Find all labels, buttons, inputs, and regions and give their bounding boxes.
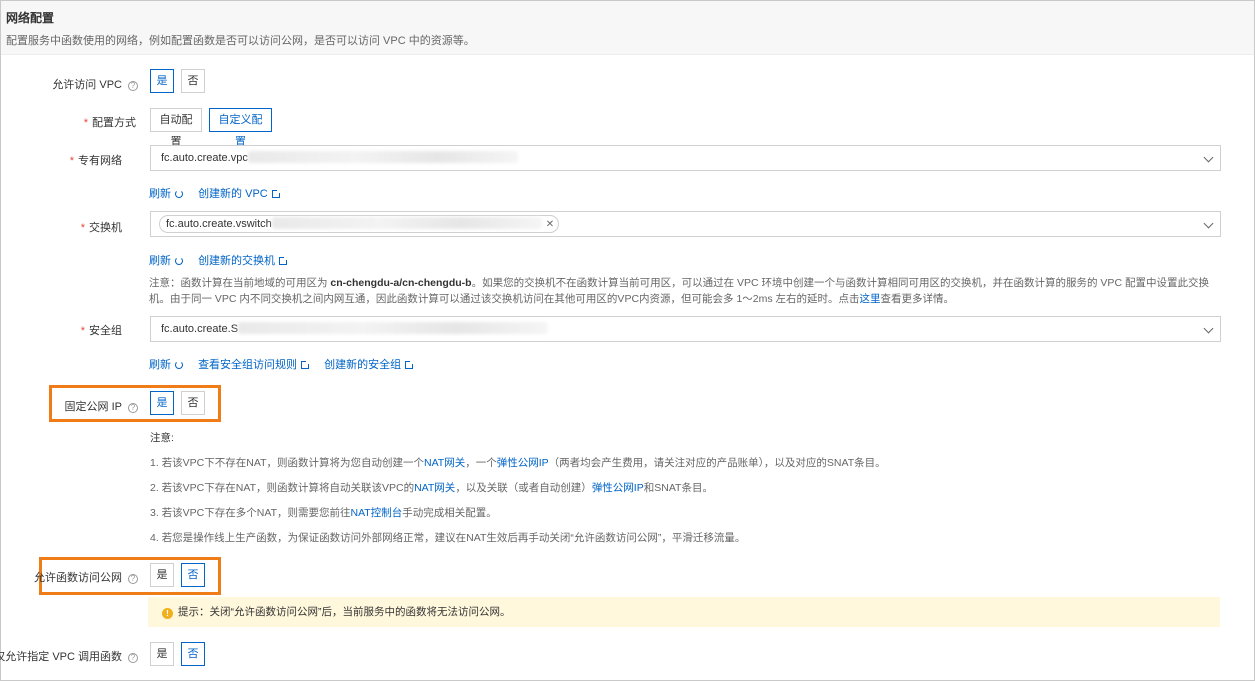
allow-vpc-label: 允许访问 VPC? [52, 76, 138, 92]
nat-note-title: 注意: [150, 432, 174, 444]
question-circle-icon[interactable]: ? [128, 653, 138, 663]
chevron-down-icon [1203, 323, 1214, 334]
details-link[interactable]: 这里 [860, 293, 881, 305]
allow-vpc-yes-button[interactable]: 是 [150, 69, 174, 93]
warning-icon: ! [162, 608, 173, 619]
internet-access-no-button[interactable]: 否 [181, 563, 205, 587]
nat-note-item: 4. 若您是操作线上生产函数，为保证函数访问外部网络正常，建议在NAT生效后再手… [150, 532, 746, 544]
vpc-refresh-link[interactable]: 刷新 [149, 188, 183, 200]
internet-access-yes-button[interactable]: 是 [150, 563, 174, 587]
vpc-only-yes-button[interactable]: 是 [150, 642, 174, 666]
vpc-select[interactable]: fc.auto.create.vpc [150, 145, 1221, 171]
external-link-icon [301, 360, 311, 369]
question-circle-icon[interactable]: ? [128, 81, 138, 91]
internet-access-label: 允许函数访问公网? [34, 569, 138, 585]
section-description: 配置服务中函数使用的网络，例如配置函数是否可以访问公网，是否可以访问 VPC 中… [6, 35, 475, 47]
section-header: 网络配置 配置服务中函数使用的网络，例如配置函数是否可以访问公网，是否可以访问 … [1, 1, 1254, 55]
fixed-ip-no-button[interactable]: 否 [181, 391, 205, 415]
vpc-label: * 专有网络 [69, 155, 122, 167]
auto-config-button[interactable]: 自动配置 [150, 108, 202, 148]
chevron-down-icon [1203, 218, 1214, 229]
security-group-label: * 安全组 [80, 325, 122, 337]
question-circle-icon[interactable]: ? [128, 403, 138, 413]
section-title: 网络配置 [6, 11, 55, 25]
vswitch-label: * 交换机 [80, 222, 122, 234]
vpc-only-no-button[interactable]: 否 [181, 642, 205, 666]
external-link-icon [271, 189, 281, 198]
redacted-text [247, 151, 518, 163]
refresh-icon [175, 190, 183, 198]
create-vpc-link[interactable]: 创建新的 VPC [198, 188, 281, 200]
vswitch-tag: fc.auto.create.vswitch ✕ [159, 215, 560, 233]
eip-link[interactable]: 弹性公网IP [497, 457, 549, 469]
create-security-group-link[interactable]: 创建新的安全组 [324, 359, 415, 371]
fixed-ip-yes-button[interactable]: 是 [150, 391, 174, 415]
nat-note-item: 2. 若该VPC下存在NAT，则函数计算将自动关联该VPC的NAT网关，以及关联… [150, 482, 713, 494]
refresh-icon [175, 257, 183, 265]
config-mode-label: * 配置方式 [83, 117, 136, 129]
vswitch-select[interactable]: fc.auto.create.vswitch ✕ [150, 211, 1221, 237]
vswitch-actions: 刷新 创建新的交换机 [149, 252, 299, 268]
create-vswitch-link[interactable]: 创建新的交换机 [198, 255, 289, 267]
redacted-text [238, 322, 549, 334]
redacted-text [271, 217, 542, 229]
view-rules-link[interactable]: 查看安全组访问规则 [198, 359, 311, 371]
fixed-ip-label: 固定公网 IP? [65, 398, 138, 414]
vpc-only-label: 仅允许指定 VPC 调用函数? [0, 648, 138, 664]
internet-access-tip: ! 提示：关闭“允许函数访问公网”后，当前服务中的函数将无法访问公网。 [148, 597, 1220, 627]
vswitch-zone-note: 注意：函数计算在当前地域的可用区为 cn-chengdu-a/cn-chengd… [149, 277, 1209, 305]
chevron-down-icon [1203, 152, 1214, 163]
security-group-refresh-link[interactable]: 刷新 [149, 359, 183, 371]
security-group-select[interactable]: fc.auto.create.S [150, 316, 1221, 342]
allow-vpc-no-button[interactable]: 否 [181, 69, 205, 93]
nat-note-item: 3. 若该VPC下存在多个NAT，则需要您前往NAT控制台手动完成相关配置。 [150, 507, 497, 519]
required-mark: * [83, 117, 88, 129]
custom-config-button[interactable]: 自定义配置 [209, 108, 272, 148]
nat-console-link[interactable]: NAT控制台 [350, 507, 402, 519]
nat-gateway-link[interactable]: NAT网关 [424, 457, 465, 469]
security-group-actions: 刷新 查看安全组访问规则 创建新的安全组 [149, 356, 425, 372]
required-mark: * [80, 222, 85, 234]
required-mark: * [80, 325, 85, 337]
question-circle-icon[interactable]: ? [128, 574, 138, 584]
eip-link[interactable]: 弹性公网IP [592, 482, 644, 494]
external-link-icon [405, 360, 415, 369]
nat-note-item: 1. 若该VPC下不存在NAT，则函数计算将为您自动创建一个NAT网关，一个弹性… [150, 457, 886, 469]
close-icon[interactable]: ✕ [546, 219, 554, 230]
external-link-icon [279, 256, 289, 265]
required-mark: * [69, 155, 74, 167]
refresh-icon [175, 361, 183, 369]
vswitch-refresh-link[interactable]: 刷新 [149, 255, 183, 267]
vpc-actions: 刷新 创建新的 VPC [149, 185, 292, 201]
nat-gateway-link[interactable]: NAT网关 [414, 482, 455, 494]
